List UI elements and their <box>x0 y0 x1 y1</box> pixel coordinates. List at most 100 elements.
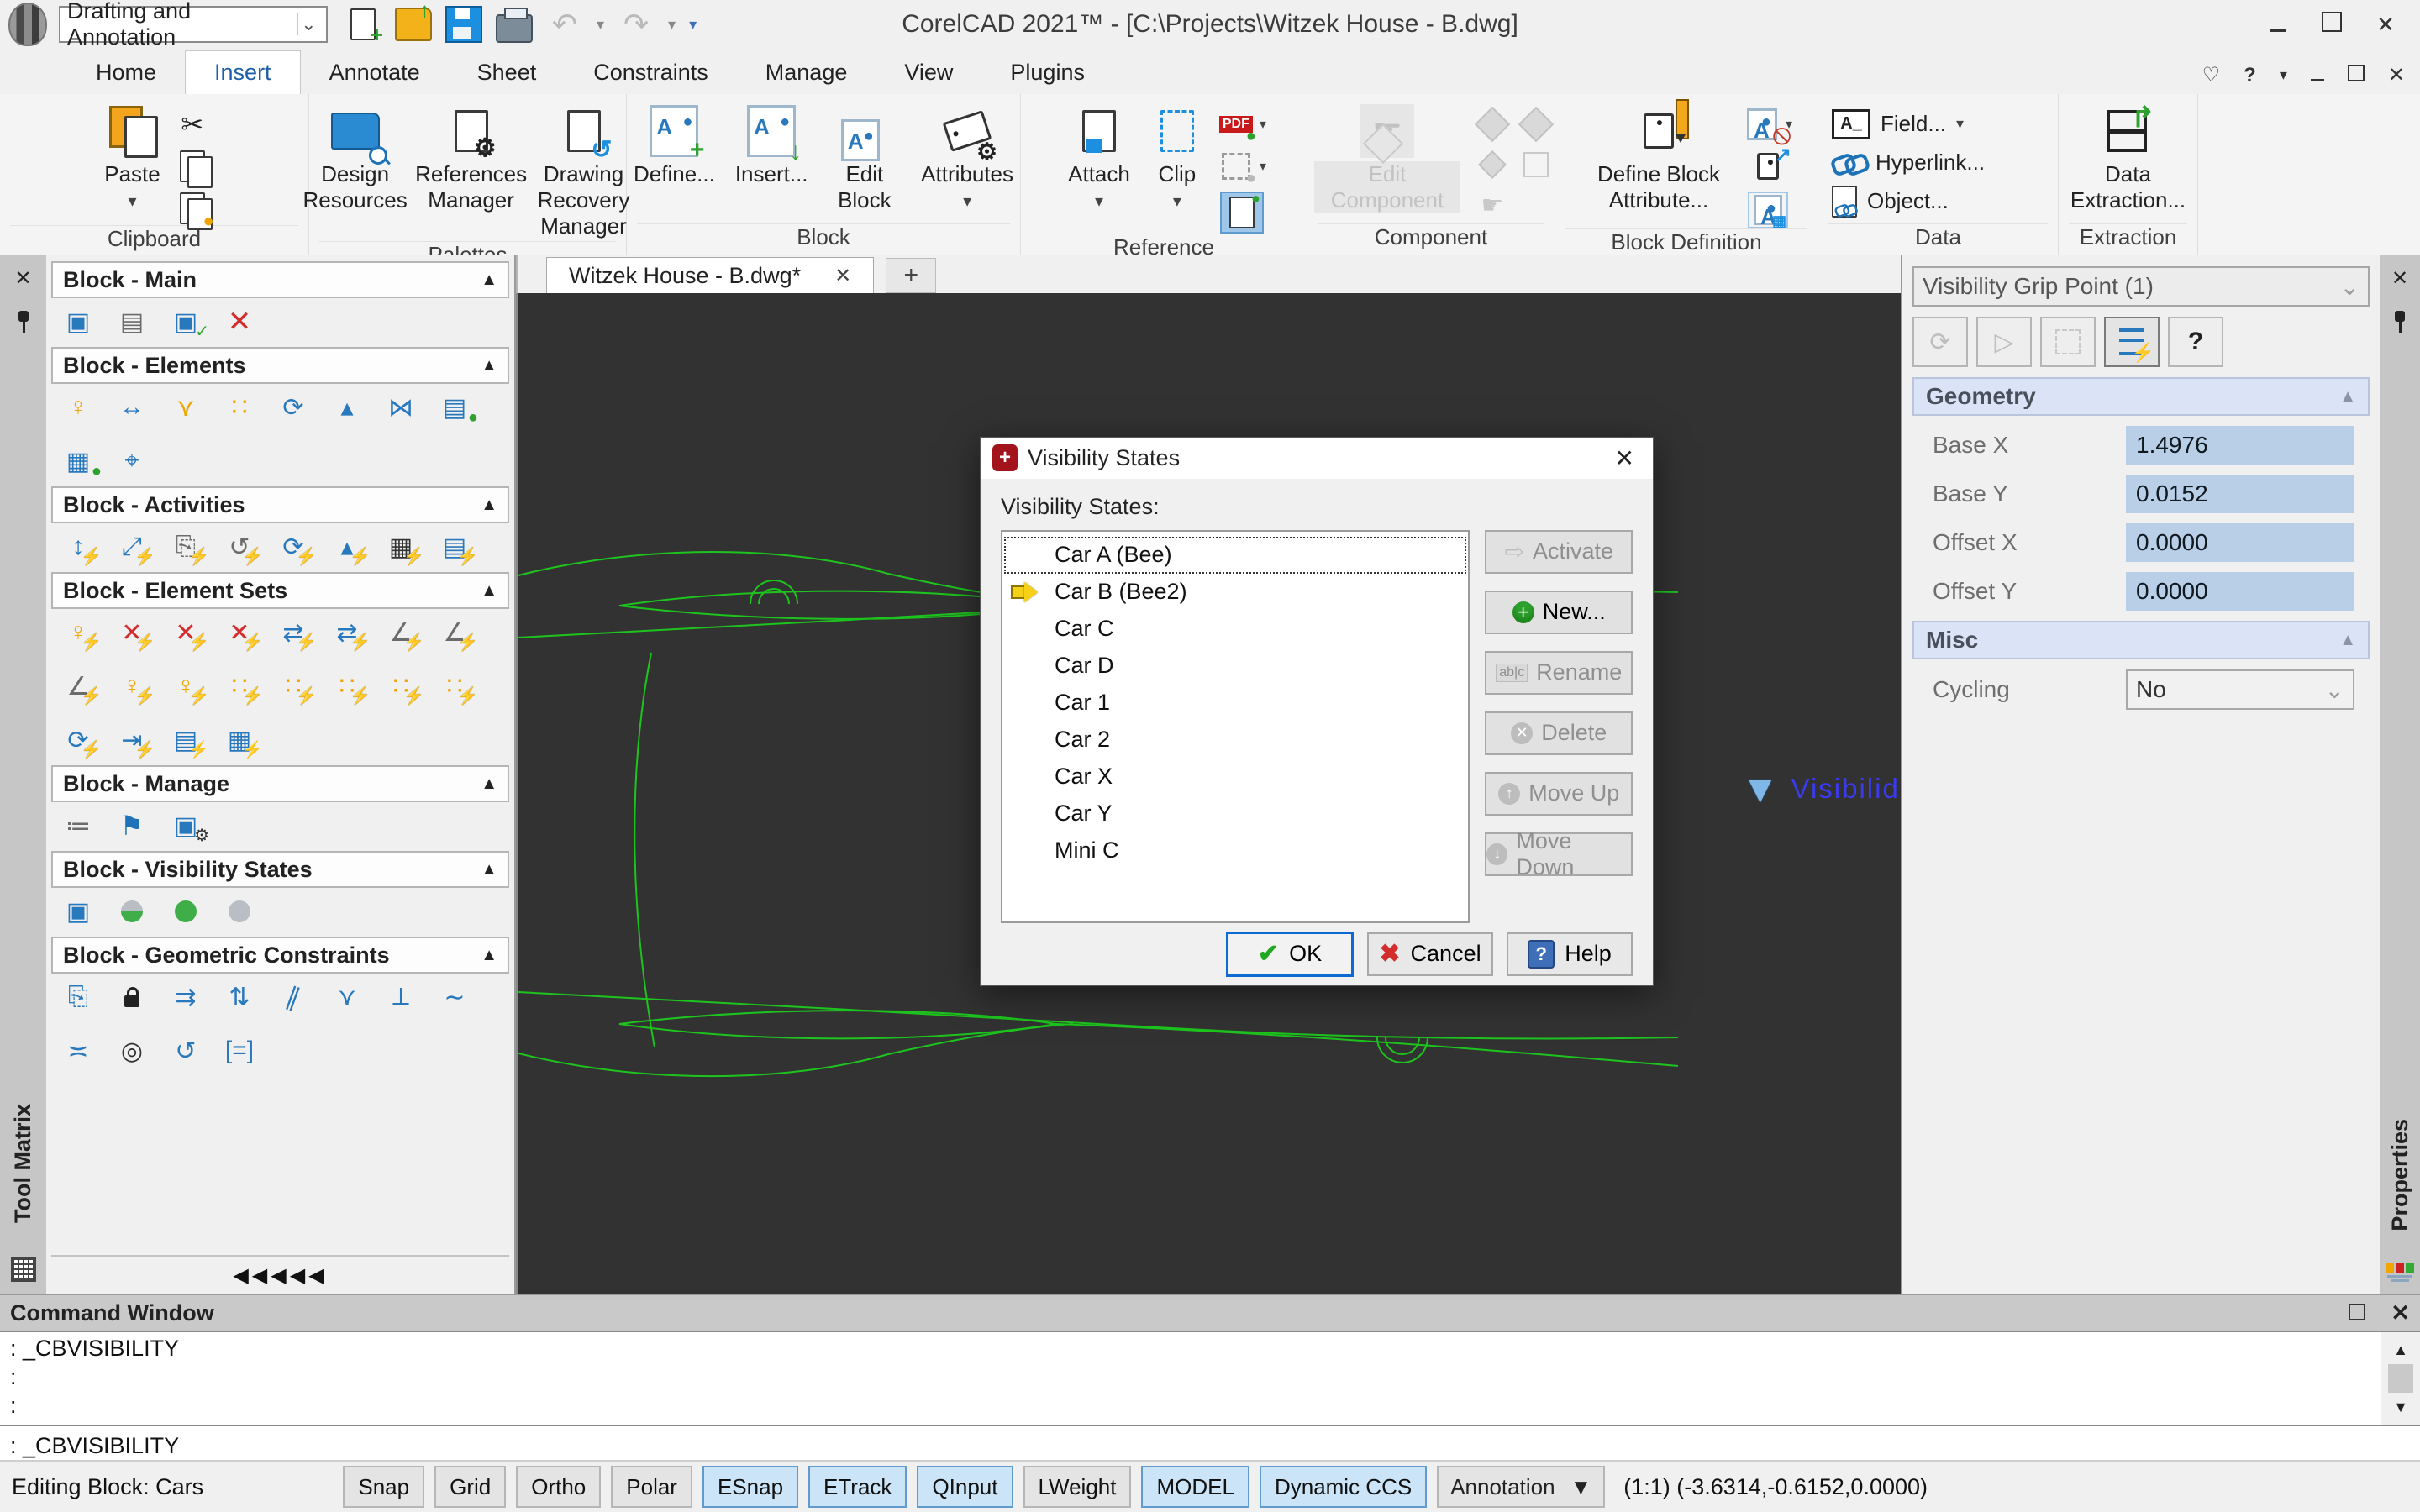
tab-plugins[interactable]: Plugins <box>981 51 1113 94</box>
copy-activity-icon[interactable]: ⎘ <box>171 532 201 562</box>
toolmatrix-close-button[interactable]: ✕ <box>14 266 31 291</box>
restore-button[interactable] <box>2319 12 2344 38</box>
cycling-select[interactable]: No ⌄ <box>2126 669 2354 710</box>
block-settings-icon[interactable]: ▣ <box>171 811 201 841</box>
move-activity-icon[interactable]: ↕ <box>63 532 93 562</box>
toggle-dynamic-ccs[interactable]: Dynamic CCS <box>1260 1466 1427 1508</box>
visibility-states-dialog-icon[interactable]: ▣ <box>63 896 93 927</box>
list-item[interactable]: Car A (Bee) <box>1004 537 1466 574</box>
rename-button[interactable]: ab|cRename <box>1485 651 1633 695</box>
offset-x-field[interactable]: 0.0000 <box>2126 523 2354 562</box>
test-block-icon[interactable]: ▣ <box>171 307 201 337</box>
concentric-constraint-icon[interactable]: ◎ <box>117 1036 147 1066</box>
copy-button[interactable] <box>174 150 211 183</box>
pattern-set-icon[interactable]: ∷ <box>278 671 308 701</box>
quick-properties-button[interactable] <box>2104 317 2160 367</box>
basepoint-element-icon[interactable]: ⌖ <box>117 446 147 476</box>
component-insert-icon[interactable] <box>1474 148 1511 181</box>
visibility-half-icon[interactable] <box>117 896 147 927</box>
point-element-icon[interactable]: ♀ <box>63 392 93 423</box>
lookup-table-icon[interactable]: ▦ <box>63 446 93 476</box>
tab-manage[interactable]: Manage <box>737 51 876 94</box>
doc-close-button[interactable]: ✕ <box>2388 63 2405 87</box>
scale-activity-icon[interactable]: ↺ <box>224 532 255 562</box>
object-button[interactable]: Object... <box>1832 186 1949 218</box>
tangent-constraint-icon[interactable]: ⋎ <box>332 982 362 1012</box>
flip-set-icon[interactable]: ⇥ <box>117 725 147 755</box>
tab-close-icon[interactable]: ✕ <box>834 264 851 288</box>
toggle-ortho[interactable]: Ortho <box>516 1466 601 1508</box>
colinear-constraint-icon[interactable]: ∥ <box>274 978 313 1016</box>
toggle-lweight[interactable]: LWeight <box>1023 1466 1132 1508</box>
list-item[interactable]: Car 2 <box>1004 722 1466 759</box>
undo-button[interactable]: ↶ <box>546 6 583 43</box>
minimize-button[interactable] <box>2265 12 2291 38</box>
command-scrollbar[interactable]: ▲ ▼ <box>2381 1332 2420 1425</box>
list-item[interactable]: Car 1 <box>1004 685 1466 722</box>
base-y-field[interactable]: 0.0152 <box>2126 475 2354 513</box>
workspace-selector[interactable]: Drafting and Annotation ⌄ <box>59 6 328 43</box>
sync-attributes-button[interactable]: ↗ <box>1749 150 1786 183</box>
tab-insert[interactable]: Insert <box>185 50 301 94</box>
cancel-button[interactable]: ✖Cancel <box>1367 932 1493 976</box>
edit-component-button[interactable]: ☛ Edit Component <box>1307 102 1467 215</box>
rotation-set-2-icon[interactable]: ♀ <box>171 671 201 701</box>
clip-button[interactable]: Clip ▾ <box>1144 102 1211 217</box>
properties-tab[interactable]: Properties <box>2387 1119 2413 1231</box>
list-item[interactable]: Car Y <box>1004 795 1466 832</box>
component-delete-icon[interactable] <box>1518 148 1555 181</box>
toolmatrix-pager[interactable]: ◀◀◀◀◀ <box>51 1255 509 1294</box>
new-button[interactable]: +New... <box>1485 591 1633 634</box>
section-block-geometric-constraints[interactable]: Block - Geometric Constraints▲ <box>51 937 509 974</box>
toggle-qinput[interactable]: QInput <box>917 1466 1013 1508</box>
help-dropdown[interactable]: ▾ <box>2280 66 2287 84</box>
help-button[interactable]: ?Help <box>1507 932 1633 976</box>
properties-palette-icon[interactable] <box>2386 1263 2414 1282</box>
copy-with-reference-button[interactable]: ● <box>174 192 211 225</box>
command-history[interactable]: : _CBVISIBILITY : : ▲ ▼ <box>0 1331 2420 1426</box>
section-block-main[interactable]: Block - Main▲ <box>51 261 509 298</box>
dialog-close-button[interactable]: ✕ <box>1608 444 1641 472</box>
save-button[interactable] <box>445 6 482 43</box>
open-button[interactable]: ↑ <box>395 6 432 43</box>
redo-button[interactable]: ↷ <box>618 6 655 43</box>
visibility-grip-triangle-icon[interactable]: ▼ <box>1741 772 1780 806</box>
component-cube-icon[interactable] <box>1474 108 1511 141</box>
select-window-button[interactable] <box>2040 317 2096 367</box>
coincident-constraint-icon[interactable]: ⎘ <box>63 982 93 1012</box>
pin-icon[interactable] <box>2393 309 2407 334</box>
insert-block-button[interactable]: ↓ Insert... <box>729 102 815 189</box>
redo-dropdown[interactable]: ▾ <box>668 16 676 34</box>
annotation-scale-select[interactable]: Annotation ▼ <box>1437 1466 1605 1508</box>
print-button[interactable] <box>496 6 533 43</box>
design-resources-button[interactable]: Design Resources <box>299 102 412 215</box>
mirror-element-icon[interactable]: ⋈ <box>386 392 416 423</box>
close-button[interactable]: ✕ <box>2373 12 2398 38</box>
dgn-underlay-button[interactable]: ● <box>1218 150 1255 183</box>
hyperlink-button[interactable]: Hyperlink... <box>1832 150 1985 176</box>
tab-constraints[interactable]: Constraints <box>565 51 737 94</box>
perpendicular-constraint-icon[interactable]: ⟂ <box>386 982 416 1012</box>
section-block-elements[interactable]: Block - Elements▲ <box>51 347 509 384</box>
activate-button[interactable]: ⇨Activate <box>1485 530 1633 574</box>
vertical-constraint-icon[interactable]: ⇅ <box>224 982 255 1012</box>
move-up-button[interactable]: ↑Move Up <box>1485 772 1633 816</box>
matrix-grid-icon[interactable] <box>11 1257 36 1282</box>
pin-icon[interactable] <box>17 309 30 334</box>
xy-move-set-icon[interactable]: ⇄ <box>278 617 308 648</box>
tab-home[interactable]: Home <box>67 51 185 94</box>
image-underlay-button[interactable]: ● <box>1220 192 1264 234</box>
polar-stretch-set-icon[interactable]: ∠ <box>439 617 470 648</box>
attach-button[interactable]: Attach ▾ <box>1061 102 1137 217</box>
flip-element-icon[interactable]: ▴ <box>332 392 362 423</box>
list-item[interactable]: Car X <box>1004 759 1466 795</box>
properties-help-button[interactable]: ? <box>2168 317 2223 367</box>
toggle-model[interactable]: MODEL <box>1141 1466 1249 1508</box>
doc-minimize-button[interactable] <box>2311 64 2324 87</box>
section-block-visibility-states[interactable]: Block - Visibility States▲ <box>51 851 509 888</box>
visibility-show-icon[interactable] <box>171 896 201 927</box>
field-button[interactable]: A_ Field... ▾ <box>1832 109 1964 139</box>
command-window-close-button[interactable]: ✕ <box>2391 1300 2410 1326</box>
document-tab[interactable]: Witzek House - B.dwg* ✕ <box>546 257 874 293</box>
linear-move-set-icon[interactable]: ✕ <box>117 617 147 648</box>
